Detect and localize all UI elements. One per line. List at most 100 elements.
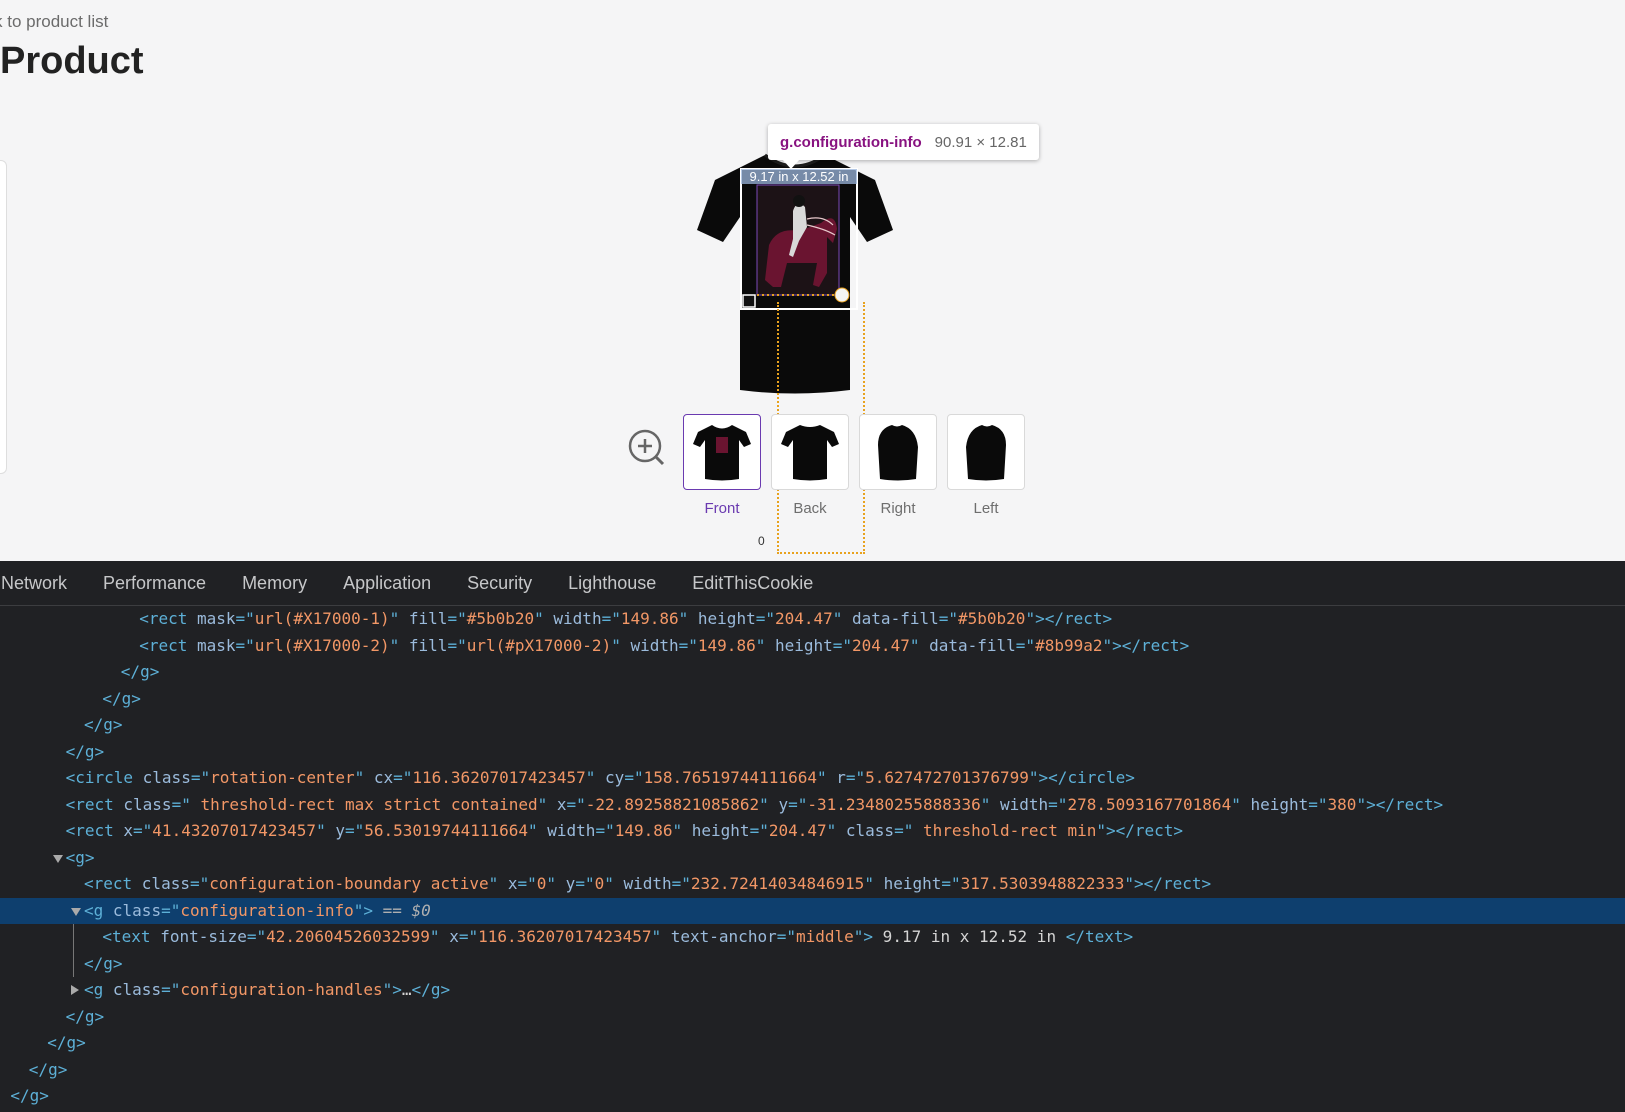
token-at: class — [123, 794, 172, 814]
dom-node-line[interactable]: <rect mask="url(#X17000-2)" fill="url(#p… — [0, 633, 1625, 660]
devtools-tab-editthiscookie[interactable]: EditThisCookie — [692, 573, 813, 594]
nesting-guide-line — [73, 950, 74, 977]
collapse-triangle-icon[interactable] — [71, 907, 81, 916]
token-tag: " — [816, 768, 837, 787]
dom-node-line[interactable]: </g> — [0, 686, 1625, 713]
dom-node-line[interactable]: <g> — [0, 845, 1625, 872]
expand-triangle-icon[interactable] — [71, 985, 79, 995]
thumb-image-box[interactable] — [771, 414, 849, 490]
view-thumb-front[interactable]: Front — [683, 414, 761, 517]
token-tag: " — [604, 874, 624, 893]
devtools-tab-application[interactable]: Application — [343, 573, 431, 594]
token-tag: </g> — [411, 980, 451, 999]
dom-node-markup: <rect mask="url(#X17000-2)" fill="url(#p… — [139, 633, 1189, 660]
token-tag: <g — [84, 900, 113, 920]
devtools-tab-performance[interactable]: Performance — [103, 573, 206, 594]
devtools-tab-memory[interactable]: Memory — [242, 573, 307, 594]
token-at: width — [1000, 794, 1049, 814]
dom-node-line[interactable]: <rect x="41.43207017423457" y="56.530197… — [0, 818, 1625, 845]
back-to-product-list-link[interactable]: k to product list — [0, 12, 108, 32]
devtools-tab-security[interactable]: Security — [467, 573, 532, 594]
thumb-image-box[interactable] — [683, 414, 761, 490]
delete-handle — [742, 294, 756, 308]
token-av: 41.43207017423457 — [152, 821, 317, 840]
token-tag: =" — [447, 635, 467, 655]
dom-node-line[interactable]: </g> — [0, 659, 1625, 686]
dom-node-line[interactable]: </g> — [0, 1057, 1625, 1084]
token-at: text-anchor — [670, 927, 777, 946]
token-tag: "></circle> — [1028, 768, 1135, 787]
token-av: url(#X17000-2) — [254, 635, 390, 655]
elements-dom-tree[interactable]: <rect mask="url(#X17000-1)" fill="#5b0b2… — [0, 606, 1625, 1110]
devtools-tab-lighthouse[interactable]: Lighthouse — [568, 573, 656, 594]
dom-node-line[interactable]: </g> — [0, 712, 1625, 739]
view-thumb-left[interactable]: Left — [947, 414, 1025, 517]
token-av: 149.86 — [697, 635, 756, 655]
token-av: 317.5303948822333 — [960, 874, 1125, 893]
token-at: height — [774, 635, 833, 655]
token-tag: =" — [447, 609, 467, 628]
dom-node-line[interactable]: <rect class="configuration-boundary acti… — [0, 871, 1625, 898]
design-rider-head — [793, 195, 805, 207]
thumb-image-box[interactable] — [859, 414, 937, 490]
token-tag: " — [537, 794, 557, 814]
dom-node-line-selected[interactable]: <g class="configuration-info"> == $0 — [0, 897, 1625, 924]
token-at: x — [449, 927, 459, 946]
collapse-triangle-icon[interactable] — [52, 854, 63, 863]
token-tag: " — [316, 821, 336, 840]
token-tag: "></rect> — [1356, 794, 1444, 814]
dom-node-line[interactable]: </g> — [0, 739, 1625, 766]
token-av: configuration-boundary active — [209, 874, 489, 893]
zoom-in-icon[interactable] — [627, 428, 669, 470]
token-tag: "></rect> — [1102, 635, 1190, 655]
dom-node-line[interactable]: <text font-size="42.20604526032599" x="1… — [0, 924, 1625, 951]
dom-node-line[interactable]: <rect mask="url(#X17000-1)" fill="#5b0b2… — [0, 606, 1625, 633]
token-at: width — [623, 874, 672, 893]
devtools-panel: Network Performance Memory Application Secur… — [0, 561, 1625, 1112]
view-thumb-right[interactable]: Right — [859, 414, 937, 517]
token-tag: =" — [755, 609, 775, 628]
dom-node-line[interactable]: </g> — [0, 950, 1625, 977]
token-tag: <circle — [65, 768, 143, 787]
view-thumb-back[interactable]: Back — [771, 414, 849, 517]
dom-node-markup: </g> — [10, 1083, 49, 1110]
token-av: threshold-rect min — [913, 821, 1097, 840]
dom-node-markup: <g class="configuration-handles">…</g> — [84, 977, 450, 1004]
tshirt-right-icon — [878, 425, 918, 481]
dom-node-line[interactable]: <circle class="rotation-center" cx="116.… — [0, 765, 1625, 792]
dom-node-line[interactable]: </g> — [0, 1004, 1625, 1031]
dom-node-line[interactable]: <rect class=" threshold-rect max strict … — [0, 792, 1625, 819]
tooltip-selector: g.configuration-info — [780, 133, 922, 151]
token-tx: 9.17 in x 12.52 in — [873, 927, 1066, 946]
size-label-text: 9.17 in x 12.52 in — [749, 169, 848, 184]
token-av: -31.23480255888336 — [807, 794, 981, 814]
selected-node-marker: == $0 — [373, 900, 431, 920]
inspector-tooltip: g.configuration-info 90.91 × 12.81 — [768, 124, 1039, 160]
tshirt-front-icon — [693, 425, 751, 481]
token-at: mask — [196, 635, 236, 655]
dom-node-markup: </g> — [102, 686, 141, 713]
token-at: height — [883, 874, 942, 893]
dom-node-line[interactable]: <g class="configuration-handles">…</g> — [0, 977, 1625, 1004]
devtools-tab-network[interactable]: Network — [1, 573, 67, 594]
dom-node-line[interactable]: </g> — [0, 1030, 1625, 1057]
token-av: middle — [795, 927, 854, 946]
token-tag: </g> — [65, 741, 105, 761]
nesting-guide-line — [73, 924, 74, 951]
thumb-image-box[interactable] — [947, 414, 1025, 490]
token-tag: " — [832, 609, 853, 628]
token-av: threshold-rect max strict contained — [190, 794, 538, 814]
dom-node-markup: <rect mask="url(#X17000-1)" fill="#5b0b2… — [139, 606, 1112, 633]
token-tag: </g> — [120, 662, 160, 681]
token-tag: =" — [788, 794, 808, 814]
token-tag: =" — [190, 768, 211, 787]
dom-node-markup: </g> — [47, 1030, 86, 1057]
token-at: x — [507, 874, 518, 893]
token-av: 204.47 — [852, 635, 910, 655]
token-av: 42.20604526032599 — [266, 927, 430, 946]
token-tag: =" — [517, 874, 537, 893]
dom-node-line[interactable]: </g> — [0, 1083, 1625, 1110]
dom-node-markup: </g> — [121, 659, 160, 686]
token-av: 149.86 — [614, 821, 673, 840]
resize-handle — [834, 287, 850, 303]
